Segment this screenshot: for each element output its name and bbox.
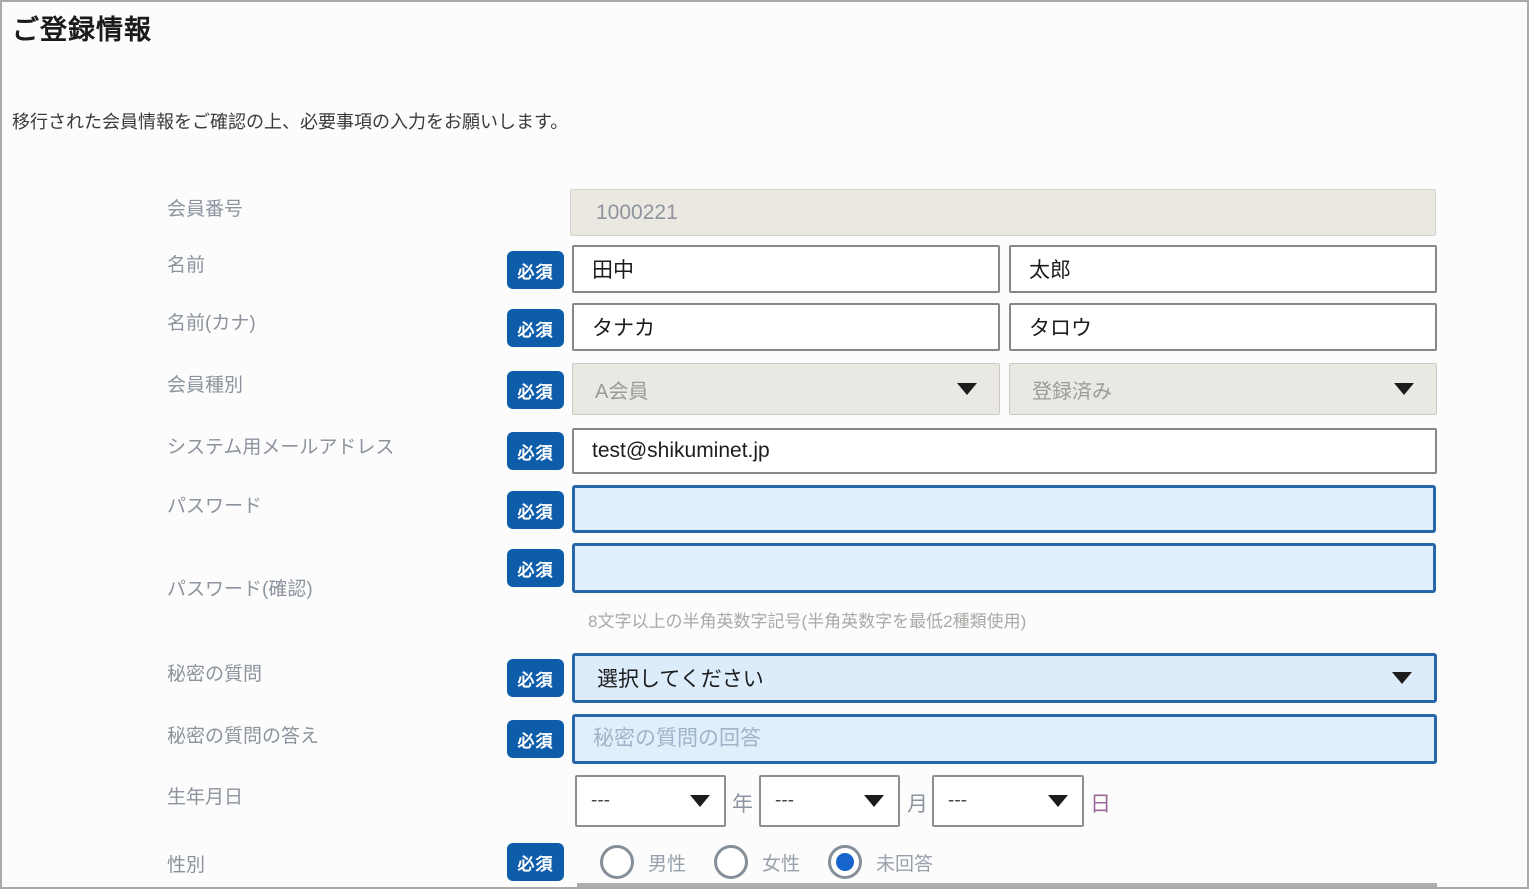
- password-confirm-label: パスワード(確認): [167, 574, 313, 601]
- system-email-label: システム用メールアドレス: [167, 432, 394, 459]
- name-last-input[interactable]: [572, 245, 1000, 293]
- secret-answer-input[interactable]: [572, 714, 1437, 764]
- secret-answer-label: 秘密の質問の答え: [167, 721, 319, 748]
- name-first-input[interactable]: [1009, 245, 1437, 293]
- radio-unchecked-icon[interactable]: [714, 845, 748, 879]
- member-status-value: 登録済み: [1032, 375, 1112, 404]
- secret-question-required-badge: 必須: [507, 659, 564, 697]
- password-hint: 8文字以上の半角英数字記号(半角英数字を最低2種類使用): [588, 607, 1026, 632]
- day-suffix: 日: [1090, 788, 1111, 818]
- birth-day-select[interactable]: ---: [932, 775, 1084, 827]
- gender-option-label: 未回答: [876, 849, 933, 876]
- gender-required-badge: 必須: [507, 843, 564, 881]
- secret-question-value: 選択してください: [597, 663, 764, 693]
- chevron-down-icon: [690, 795, 710, 807]
- member-type-required-badge: 必須: [507, 371, 564, 409]
- member-number-label: 会員番号: [167, 194, 243, 221]
- password-label: パスワード: [167, 491, 262, 518]
- gender-option-female[interactable]: 女性: [714, 845, 800, 879]
- chevron-down-icon: [864, 795, 884, 807]
- gender-option-noanswer[interactable]: 未回答: [828, 845, 933, 879]
- member-type-label: 会員種別: [167, 370, 243, 397]
- name-kana-last-input[interactable]: [572, 303, 1000, 351]
- chevron-down-icon: [1048, 795, 1068, 807]
- name-kana-required-badge: 必須: [507, 309, 564, 347]
- radio-checked-icon[interactable]: [828, 845, 862, 879]
- gender-radio-group: 男性 女性 未回答: [600, 840, 933, 884]
- password-confirm-input[interactable]: [572, 543, 1436, 593]
- name-kana-first-input[interactable]: [1009, 303, 1437, 351]
- password-confirm-required-badge: 必須: [507, 549, 564, 587]
- gender-option-male[interactable]: 男性: [600, 845, 686, 879]
- gender-option-label: 女性: [762, 849, 800, 876]
- member-type-value: A会員: [595, 375, 648, 404]
- next-field-top-edge: [577, 883, 1437, 889]
- month-suffix: 月: [907, 788, 928, 818]
- secret-question-label: 秘密の質問: [167, 659, 262, 686]
- birth-date-label: 生年月日: [167, 782, 243, 809]
- name-label: 名前: [167, 250, 205, 277]
- name-kana-label: 名前(カナ): [167, 308, 256, 335]
- secret-question-select[interactable]: 選択してください: [572, 653, 1437, 703]
- birth-year-value: ---: [591, 790, 610, 812]
- birth-year-select[interactable]: ---: [575, 775, 726, 827]
- system-email-input[interactable]: [572, 428, 1437, 474]
- password-required-badge: 必須: [507, 491, 564, 529]
- gender-label: 性別: [167, 850, 205, 877]
- chevron-down-icon: [1392, 672, 1412, 684]
- member-type-select: A会員: [572, 363, 1000, 415]
- registration-form-page: ご登録情報 移行された会員情報をご確認の上、必要事項の入力をお願いします。 会員…: [0, 0, 1529, 889]
- page-description: 移行された会員情報をご確認の上、必要事項の入力をお願いします。: [12, 108, 568, 134]
- password-input[interactable]: [572, 485, 1436, 533]
- birth-day-value: ---: [948, 790, 967, 812]
- system-email-required-badge: 必須: [507, 432, 564, 470]
- member-status-select: 登録済み: [1009, 363, 1437, 415]
- member-number-field: 1000221: [570, 189, 1436, 236]
- radio-unchecked-icon[interactable]: [600, 845, 634, 879]
- page-title: ご登録情報: [12, 8, 152, 47]
- year-suffix: 年: [732, 788, 753, 818]
- gender-option-label: 男性: [648, 849, 686, 876]
- chevron-down-icon: [1394, 383, 1414, 395]
- birth-month-value: ---: [775, 790, 794, 812]
- secret-answer-required-badge: 必須: [507, 720, 564, 758]
- chevron-down-icon: [957, 383, 977, 395]
- birth-month-select[interactable]: ---: [759, 775, 900, 827]
- name-required-badge: 必須: [507, 251, 564, 289]
